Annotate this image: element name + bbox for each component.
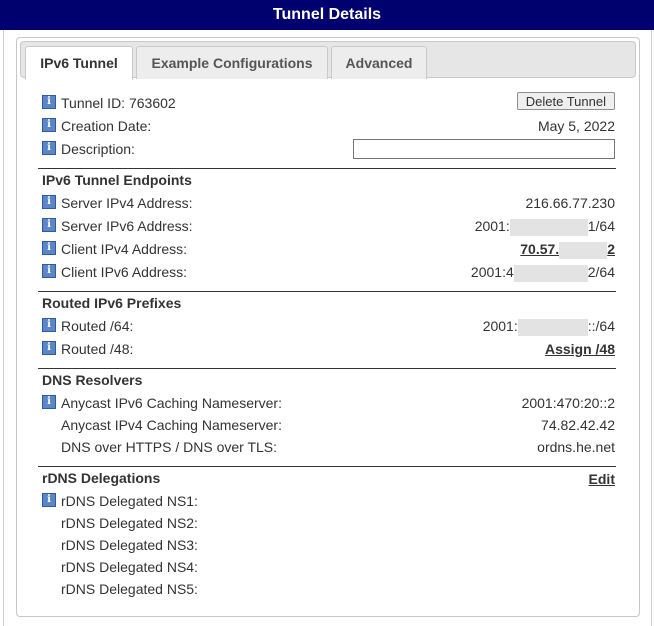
tab-bar: IPv6 Tunnel Example Configurations Advan… (20, 41, 636, 80)
routed-64-suffix: ::/64 (587, 318, 615, 334)
client-ipv6-row: i Client IPv6 Address: 2001:4 2/64 (42, 262, 615, 282)
client-ipv4-row: i Client IPv4 Address: 70.57. 2 (42, 239, 615, 259)
doh-label: DNS over HTTPS / DNS over TLS: (61, 439, 278, 455)
window-title: Tunnel Details (0, 0, 654, 30)
anycast-ipv4-value: 74.82.42.42 (541, 417, 615, 433)
anycast-ipv6-row: i Anycast IPv6 Caching Nameserver: 2001:… (42, 393, 615, 413)
client-ipv4-prefix: 70.57. (520, 241, 560, 257)
tunnel-id-label: Tunnel ID: 763602 (61, 95, 176, 111)
assign-48-link[interactable]: Assign /48 (545, 339, 615, 359)
routed-64-row: i Routed /64: 2001:::/64 (42, 316, 615, 336)
server-ipv4-row: i Server IPv4 Address: 216.66.77.230 (42, 193, 615, 213)
frame-right-border (651, 30, 652, 626)
routed-64-label: Routed /64: (61, 318, 134, 334)
client-ipv6-prefix: 2001:4 (470, 264, 514, 280)
info-icon[interactable]: i (42, 493, 56, 507)
client-ipv6-suffix: 2/64 (587, 264, 615, 280)
rdns-ns5-row: rDNS Delegated NS5: (42, 579, 615, 599)
creation-date-row: i Creation Date: May 5, 2022 (42, 116, 615, 136)
frame-left-border (3, 30, 4, 626)
rdns-ns1-label: rDNS Delegated NS1: (61, 493, 198, 509)
client-ipv6-value: 2001:4 2/64 (471, 262, 615, 282)
server-ipv6-label: Server IPv6 Address: (61, 218, 193, 234)
description-label: Description: (61, 141, 135, 157)
description-input[interactable] (353, 139, 615, 159)
routed-64-prefix: 2001: (482, 318, 518, 334)
anycast-ipv4-label: Anycast IPv4 Caching Nameserver: (61, 417, 282, 433)
server-ipv6-row: i Server IPv6 Address: 2001: 1/64 (42, 216, 615, 236)
info-icon[interactable]: i (42, 318, 56, 332)
redaction-box (517, 318, 588, 336)
info-icon[interactable]: i (42, 195, 56, 209)
doh-value: ordns.he.net (537, 439, 615, 455)
description-row: i Description: (42, 139, 615, 159)
rdns-ns4-label: rDNS Delegated NS4: (61, 559, 198, 575)
redaction-box (513, 264, 588, 282)
redaction-box (509, 218, 588, 236)
info-icon[interactable]: i (42, 341, 56, 355)
rdns-ns4-row: rDNS Delegated NS4: (42, 557, 615, 577)
creation-date-value: May 5, 2022 (537, 118, 615, 134)
rdns-ns5-label: rDNS Delegated NS5: (61, 581, 198, 597)
delete-tunnel-button[interactable]: Delete Tunnel (516, 92, 615, 110)
tab-example-configurations[interactable]: Example Configurations (136, 46, 328, 79)
rdns-ns3-row: rDNS Delegated NS3: (42, 535, 615, 555)
info-icon[interactable]: i (42, 241, 56, 255)
section-divider (38, 168, 616, 169)
server-ipv6-prefix: 2001: (474, 218, 510, 234)
info-icon[interactable]: i (42, 141, 56, 155)
dns-resolvers-heading: DNS Resolvers (42, 372, 143, 388)
tab-ipv6-tunnel[interactable]: IPv6 Tunnel (25, 46, 133, 80)
server-ipv4-label: Server IPv4 Address: (61, 195, 193, 211)
rdns-ns2-row: rDNS Delegated NS2: (42, 513, 615, 533)
rdns-ns1-row: i rDNS Delegated NS1: (42, 491, 615, 511)
info-icon[interactable]: i (42, 218, 56, 232)
rdns-edit-link[interactable]: Edit (589, 469, 615, 489)
info-icon[interactable]: i (42, 395, 56, 409)
tab-advanced[interactable]: Advanced (331, 46, 427, 79)
info-icon[interactable]: i (42, 95, 56, 109)
section-divider (38, 368, 616, 369)
server-ipv6-value: 2001: 1/64 (475, 216, 615, 236)
creation-date-label: Creation Date: (61, 118, 152, 134)
anycast-ipv6-value: 2001:470:20::2 (521, 395, 615, 411)
doh-row: DNS over HTTPS / DNS over TLS: ordns.he.… (42, 437, 615, 457)
tunnel-id-row: i Tunnel ID: 763602 Delete Tunnel (42, 92, 615, 113)
info-icon[interactable]: i (42, 118, 56, 132)
anycast-ipv6-label: Anycast IPv6 Caching Nameserver: (61, 395, 282, 411)
info-icon[interactable]: i (42, 264, 56, 278)
rdns-edit-row: Edit (42, 469, 615, 489)
server-ipv4-value: 216.66.77.230 (525, 195, 615, 211)
endpoints-heading: IPv6 Tunnel Endpoints (42, 172, 192, 188)
section-divider (38, 291, 616, 292)
server-ipv6-suffix: 1/64 (587, 218, 615, 234)
section-divider (38, 466, 616, 467)
anycast-ipv4-row: Anycast IPv4 Caching Nameserver: 74.82.4… (42, 415, 615, 435)
routed-prefixes-heading: Routed IPv6 Prefixes (42, 295, 182, 311)
routed-48-row: i Routed /48: Assign /48 (42, 339, 615, 359)
redaction-box (559, 241, 608, 259)
routed-48-label: Routed /48: (61, 341, 134, 357)
client-ipv4-link[interactable]: 70.57. 2 (520, 239, 615, 259)
client-ipv4-label: Client IPv4 Address: (61, 241, 188, 257)
rdns-ns2-label: rDNS Delegated NS2: (61, 515, 198, 531)
client-ipv4-suffix: 2 (607, 241, 615, 257)
client-ipv6-label: Client IPv6 Address: (61, 264, 188, 280)
rdns-ns3-label: rDNS Delegated NS3: (61, 537, 198, 553)
routed-64-value: 2001:::/64 (483, 316, 615, 336)
